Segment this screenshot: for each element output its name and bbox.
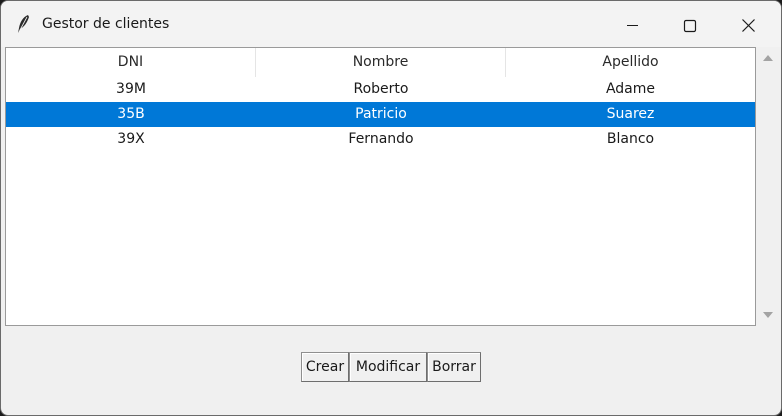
cell-dni: 39X <box>117 131 145 147</box>
vertical-scrollbar[interactable] <box>758 47 778 326</box>
crear-button[interactable]: Crear <box>301 352 349 382</box>
minimize-button[interactable] <box>603 1 661 47</box>
app-window: Gestor de clientes DNI Nombre Apellido 3… <box>0 0 782 416</box>
maximize-button[interactable] <box>661 1 719 47</box>
cell-nombre: Patricio <box>355 106 407 122</box>
table-row[interactable]: 39X Fernando Blanco <box>6 127 755 152</box>
table-header: DNI Nombre Apellido <box>6 48 755 77</box>
cell-nombre: Roberto <box>353 81 409 97</box>
close-icon <box>742 19 755 32</box>
scroll-down-arrow-icon[interactable] <box>758 306 778 326</box>
borrar-button[interactable]: Borrar <box>427 352 481 382</box>
window-title: Gestor de clientes <box>42 16 170 32</box>
title-bar[interactable]: Gestor de clientes <box>1 1 781 47</box>
cell-dni: 35B <box>117 106 145 122</box>
maximize-icon <box>683 19 697 33</box>
table-row-selected[interactable]: 35B Patricio Suarez <box>6 102 755 127</box>
minimize-icon <box>627 25 638 26</box>
feather-icon <box>15 14 33 34</box>
modificar-button[interactable]: Modificar <box>349 352 427 382</box>
action-bar: Crear Modificar Borrar <box>1 341 781 391</box>
scroll-up-arrow-icon[interactable] <box>758 47 778 67</box>
table-row[interactable]: 39M Roberto Adame <box>6 77 755 102</box>
cell-dni: 39M <box>116 81 146 97</box>
close-button[interactable] <box>719 1 777 47</box>
cell-apellido: Blanco <box>606 131 655 147</box>
column-header-dni[interactable]: DNI <box>6 48 256 77</box>
column-header-nombre[interactable]: Nombre <box>256 48 506 77</box>
cell-apellido: Suarez <box>606 106 655 122</box>
cell-nombre: Fernando <box>348 131 414 147</box>
clients-table[interactable]: DNI Nombre Apellido 39M Roberto Adame 35… <box>5 47 756 326</box>
column-header-apellido[interactable]: Apellido <box>506 48 755 77</box>
cell-apellido: Adame <box>605 81 656 97</box>
